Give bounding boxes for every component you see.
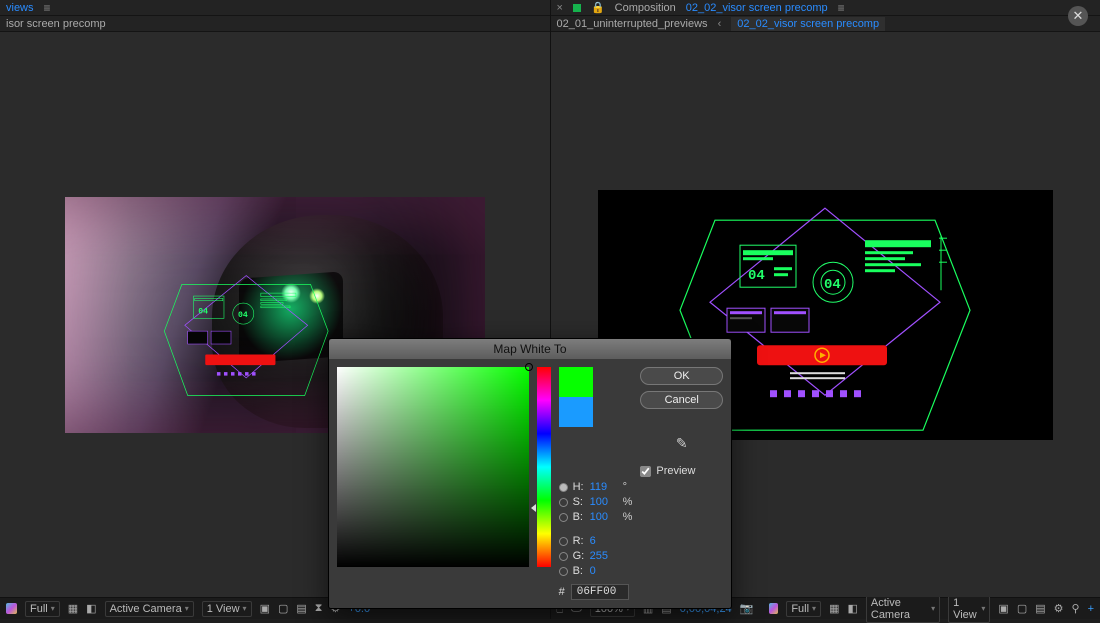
panel-menu-icon[interactable]: ≡: [838, 1, 845, 15]
field-hex[interactable]: #06FF00: [559, 584, 633, 600]
timecode-icon[interactable]: ⧗: [315, 602, 323, 615]
snapshot-icon[interactable]: 📷: [740, 602, 754, 615]
region-icon[interactable]: ▤: [1035, 602, 1045, 615]
swatch-old[interactable]: [559, 397, 593, 427]
camera-dropdown[interactable]: Active Camera▾: [105, 601, 194, 617]
share-icon[interactable]: ⚙: [1054, 602, 1064, 615]
channel-swatch-icon[interactable]: [769, 603, 778, 614]
dialog-title: Map White To: [329, 339, 731, 359]
color-picker-dialog: Map White To H:119° S:100% B:100% R:6 G:…: [328, 338, 732, 609]
tab-views[interactable]: views: [6, 2, 34, 14]
region-icon[interactable]: ▤: [296, 602, 306, 615]
svg-text:04: 04: [238, 311, 248, 320]
mask-icon[interactable]: ◧: [847, 602, 857, 615]
view-dropdown[interactable]: 1 View▾: [948, 595, 990, 623]
field-b[interactable]: B:100%: [559, 511, 633, 523]
right-panel-tabs: × 🔒 Composition 02_02_visor screen preco…: [551, 0, 1100, 16]
exposure-add-icon[interactable]: +: [1088, 603, 1094, 615]
camera-dropdown[interactable]: Active Camera▾: [866, 595, 940, 623]
svg-text:04: 04: [748, 268, 765, 284]
preview-checkbox[interactable]: Preview: [640, 465, 723, 477]
saturation-value-box[interactable]: [337, 367, 529, 567]
eyedropper-icon[interactable]: ✎: [640, 435, 723, 453]
tab-composition[interactable]: 02_02_visor screen precomp: [686, 2, 828, 14]
field-g[interactable]: G:255: [559, 550, 633, 562]
toggle-transparency-icon[interactable]: ▢: [1017, 602, 1027, 615]
toggle-pixel-icon[interactable]: ▣: [260, 602, 270, 615]
field-s[interactable]: S:100%: [559, 496, 633, 508]
field-blue[interactable]: B:0: [559, 565, 633, 577]
sv-caret-icon: [531, 504, 536, 512]
mask-icon[interactable]: ◧: [86, 602, 96, 615]
field-h[interactable]: H:119°: [559, 481, 633, 493]
breadcrumb-active[interactable]: 02_02_visor screen precomp: [731, 17, 885, 31]
hud-overlay-left: 04 04: [152, 251, 339, 423]
swatch-new: [559, 367, 593, 397]
field-r[interactable]: R:6: [559, 535, 633, 547]
svg-text:04: 04: [198, 307, 208, 316]
svg-text:04: 04: [824, 277, 841, 293]
breadcrumb-item[interactable]: 02_01_uninterrupted_previews: [557, 18, 708, 30]
close-icon[interactable]: ✕: [1068, 6, 1088, 26]
right-breadcrumb: 02_01_uninterrupted_previews ‹ 02_02_vis…: [551, 16, 1100, 32]
breadcrumb-item[interactable]: isor screen precomp: [6, 18, 106, 30]
view-dropdown[interactable]: 1 View▾: [202, 601, 252, 617]
settings-icon[interactable]: ⚲: [1072, 602, 1080, 615]
lock-icon[interactable]: 🔒: [591, 1, 605, 14]
panel-menu-icon[interactable]: ≡: [44, 1, 51, 15]
cancel-button[interactable]: Cancel: [640, 391, 723, 409]
magnification-dropdown[interactable]: Full▾: [786, 601, 821, 617]
comp-indicator-icon: [573, 4, 581, 12]
grid-icon[interactable]: ▦: [68, 602, 78, 615]
ok-button[interactable]: OK: [640, 367, 723, 385]
left-panel-tabs: views ≡: [0, 0, 550, 16]
channel-swatch-icon[interactable]: [6, 603, 17, 614]
chevron-left-icon: ‹: [718, 18, 722, 30]
toggle-pixel-icon[interactable]: ▣: [998, 602, 1008, 615]
grid-icon[interactable]: ▦: [829, 602, 839, 615]
hue-slider[interactable]: [537, 367, 550, 567]
magnification-dropdown[interactable]: Full▾: [25, 601, 60, 617]
tab-composition-prefix: Composition: [615, 2, 676, 14]
left-breadcrumb: isor screen precomp: [0, 16, 550, 32]
sv-cursor-icon[interactable]: [525, 363, 533, 371]
toggle-transparency-icon[interactable]: ▢: [278, 602, 288, 615]
